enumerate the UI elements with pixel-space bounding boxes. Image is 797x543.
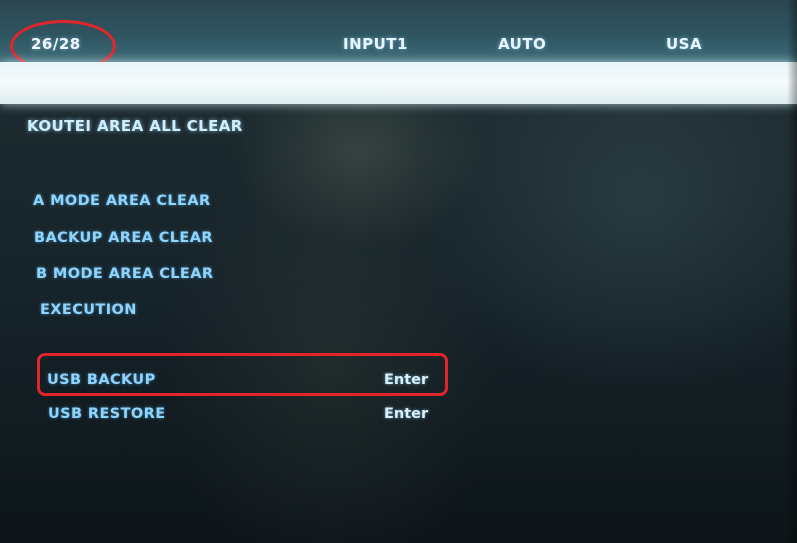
menu-item-backup-area-clear[interactable]: BACKUP AREA CLEAR <box>34 230 213 246</box>
bezel-edge <box>787 0 797 543</box>
mode-label: AUTO <box>498 35 547 53</box>
input-source-label: INPUT1 <box>343 35 408 53</box>
menu-item-usb-restore[interactable]: USB RESTORE <box>48 406 166 422</box>
header-bar <box>0 0 797 64</box>
usb-restore-enter-value[interactable]: Enter <box>384 406 428 422</box>
menu-item-a-mode-area-clear[interactable]: A MODE AREA CLEAR <box>33 193 211 209</box>
usb-backup-annotation-box <box>37 353 448 396</box>
selected-row-highlight <box>0 62 797 104</box>
menu-item-b-mode-area-clear[interactable]: B MODE AREA CLEAR <box>36 266 213 282</box>
menu-title: KOUTEI AREA ALL CLEAR <box>27 117 243 135</box>
service-menu-screen: 26/28 INPUT1 AUTO USA KOUTEI AREA ALL CL… <box>0 0 797 543</box>
menu-item-execution[interactable]: EXECUTION <box>40 302 137 318</box>
region-label: USA <box>666 35 703 53</box>
